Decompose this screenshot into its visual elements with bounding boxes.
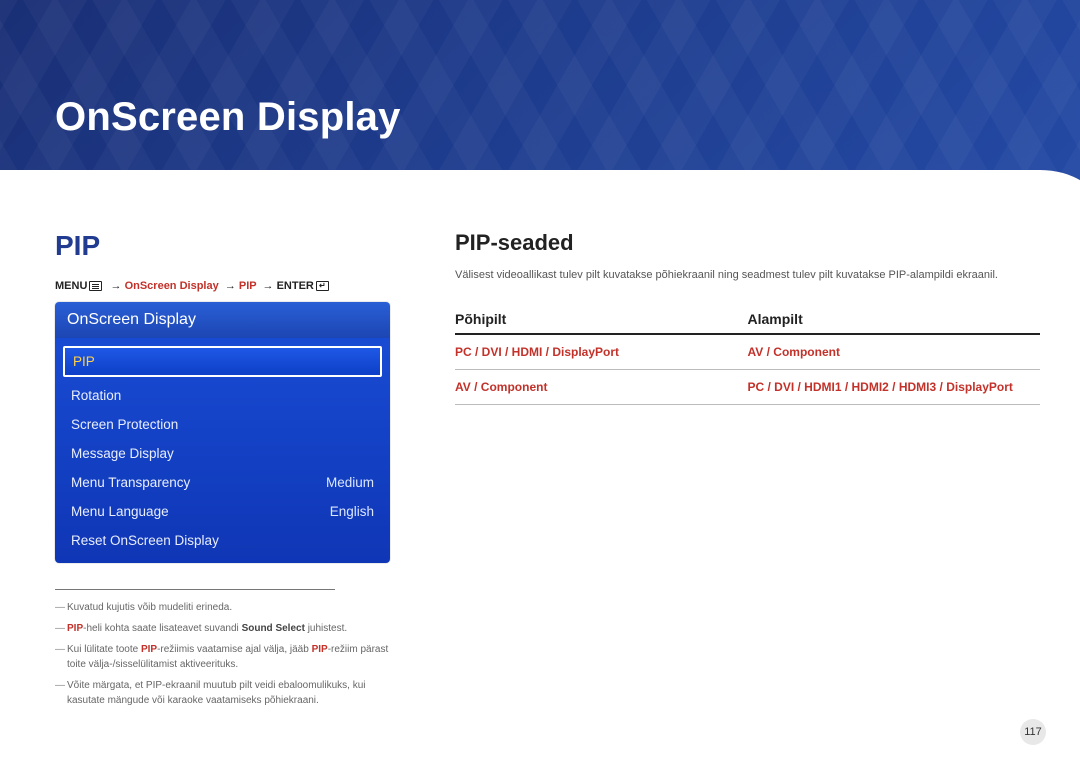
table-row: AV / Component PC / DVI / HDMI1 / HDMI2 … — [455, 370, 1040, 405]
table-header-main: Põhipilt — [455, 305, 748, 334]
table-cell: AV / Component — [455, 370, 748, 405]
osd-item-label: Rotation — [71, 388, 121, 403]
hero-curve — [0, 170, 1080, 200]
osd-body: PIP Rotation Screen Protection Message D… — [55, 338, 390, 563]
path-seg-1: OnScreen Display — [125, 280, 219, 292]
table-row: PC / DVI / HDMI / DisplayPort AV / Compo… — [455, 334, 1040, 370]
osd-panel: OnScreen Display PIP Rotation Screen Pro… — [55, 302, 390, 563]
osd-item-label: PIP — [73, 354, 95, 369]
page-number: 117 — [1020, 719, 1046, 745]
table-cell: AV / Component — [748, 334, 1041, 370]
path-menu-label: MENU — [55, 280, 87, 292]
hero-banner: OnScreen Display — [0, 0, 1080, 200]
path-enter-label: ENTER — [277, 280, 314, 292]
footnote-3: Kui lülitate toote PIP-režiimis vaatamis… — [55, 642, 405, 672]
osd-item-reset-osd[interactable]: Reset OnScreen Display — [63, 526, 382, 555]
subsection-desc: Välisest videoallikast tulev pilt kuvata… — [455, 268, 1040, 283]
osd-item-pip[interactable]: PIP — [63, 346, 382, 377]
left-column: PIP MENU → OnScreen Display → PIP → ENTE… — [55, 230, 395, 714]
table-cell: PC / DVI / HDMI / DisplayPort — [455, 334, 748, 370]
page: OnScreen Display PIP MENU → OnScreen Dis… — [0, 0, 1080, 763]
osd-item-label: Message Display — [71, 446, 174, 461]
osd-item-value: Medium — [326, 475, 374, 490]
osd-item-label: Menu Transparency — [71, 475, 190, 490]
osd-item-menu-transparency[interactable]: Menu Transparency Medium — [63, 468, 382, 497]
footnotes: Kuvatud kujutis võib mudeliti erineda. P… — [55, 600, 405, 708]
content-area: PIP MENU → OnScreen Display → PIP → ENTE… — [55, 230, 1040, 714]
section-title-pip: PIP — [55, 230, 395, 262]
osd-item-menu-language[interactable]: Menu Language English — [63, 497, 382, 526]
menu-path: MENU → OnScreen Display → PIP → ENTER — [55, 280, 395, 292]
osd-item-label: Screen Protection — [71, 417, 178, 432]
right-column: PIP-seaded Välisest videoallikast tulev … — [455, 230, 1040, 714]
pip-settings-table: Põhipilt Alampilt PC / DVI / HDMI / Disp… — [455, 305, 1040, 405]
footnote-1: Kuvatud kujutis võib mudeliti erineda. — [55, 600, 405, 615]
osd-item-screen-protection[interactable]: Screen Protection — [63, 410, 382, 439]
osd-item-message-display[interactable]: Message Display — [63, 439, 382, 468]
subsection-title: PIP-seaded — [455, 230, 1040, 256]
osd-item-rotation[interactable]: Rotation — [63, 381, 382, 410]
divider — [55, 589, 335, 590]
table-cell: PC / DVI / HDMI1 / HDMI2 / HDMI3 / Displ… — [748, 370, 1041, 405]
enter-icon — [316, 281, 329, 291]
page-title: OnScreen Display — [55, 95, 401, 140]
osd-item-value: English — [330, 504, 374, 519]
path-seg-2: PIP — [239, 280, 257, 292]
osd-item-label: Menu Language — [71, 504, 169, 519]
footnote-4: Võite märgata, et PIP-ekraanil muutub pi… — [55, 678, 405, 708]
osd-header: OnScreen Display — [55, 302, 390, 338]
menu-icon — [89, 281, 102, 291]
table-header-sub: Alampilt — [748, 305, 1041, 334]
osd-item-label: Reset OnScreen Display — [71, 533, 219, 548]
footnote-2: PIP-heli kohta saate lisateavet suvandi … — [55, 621, 405, 636]
